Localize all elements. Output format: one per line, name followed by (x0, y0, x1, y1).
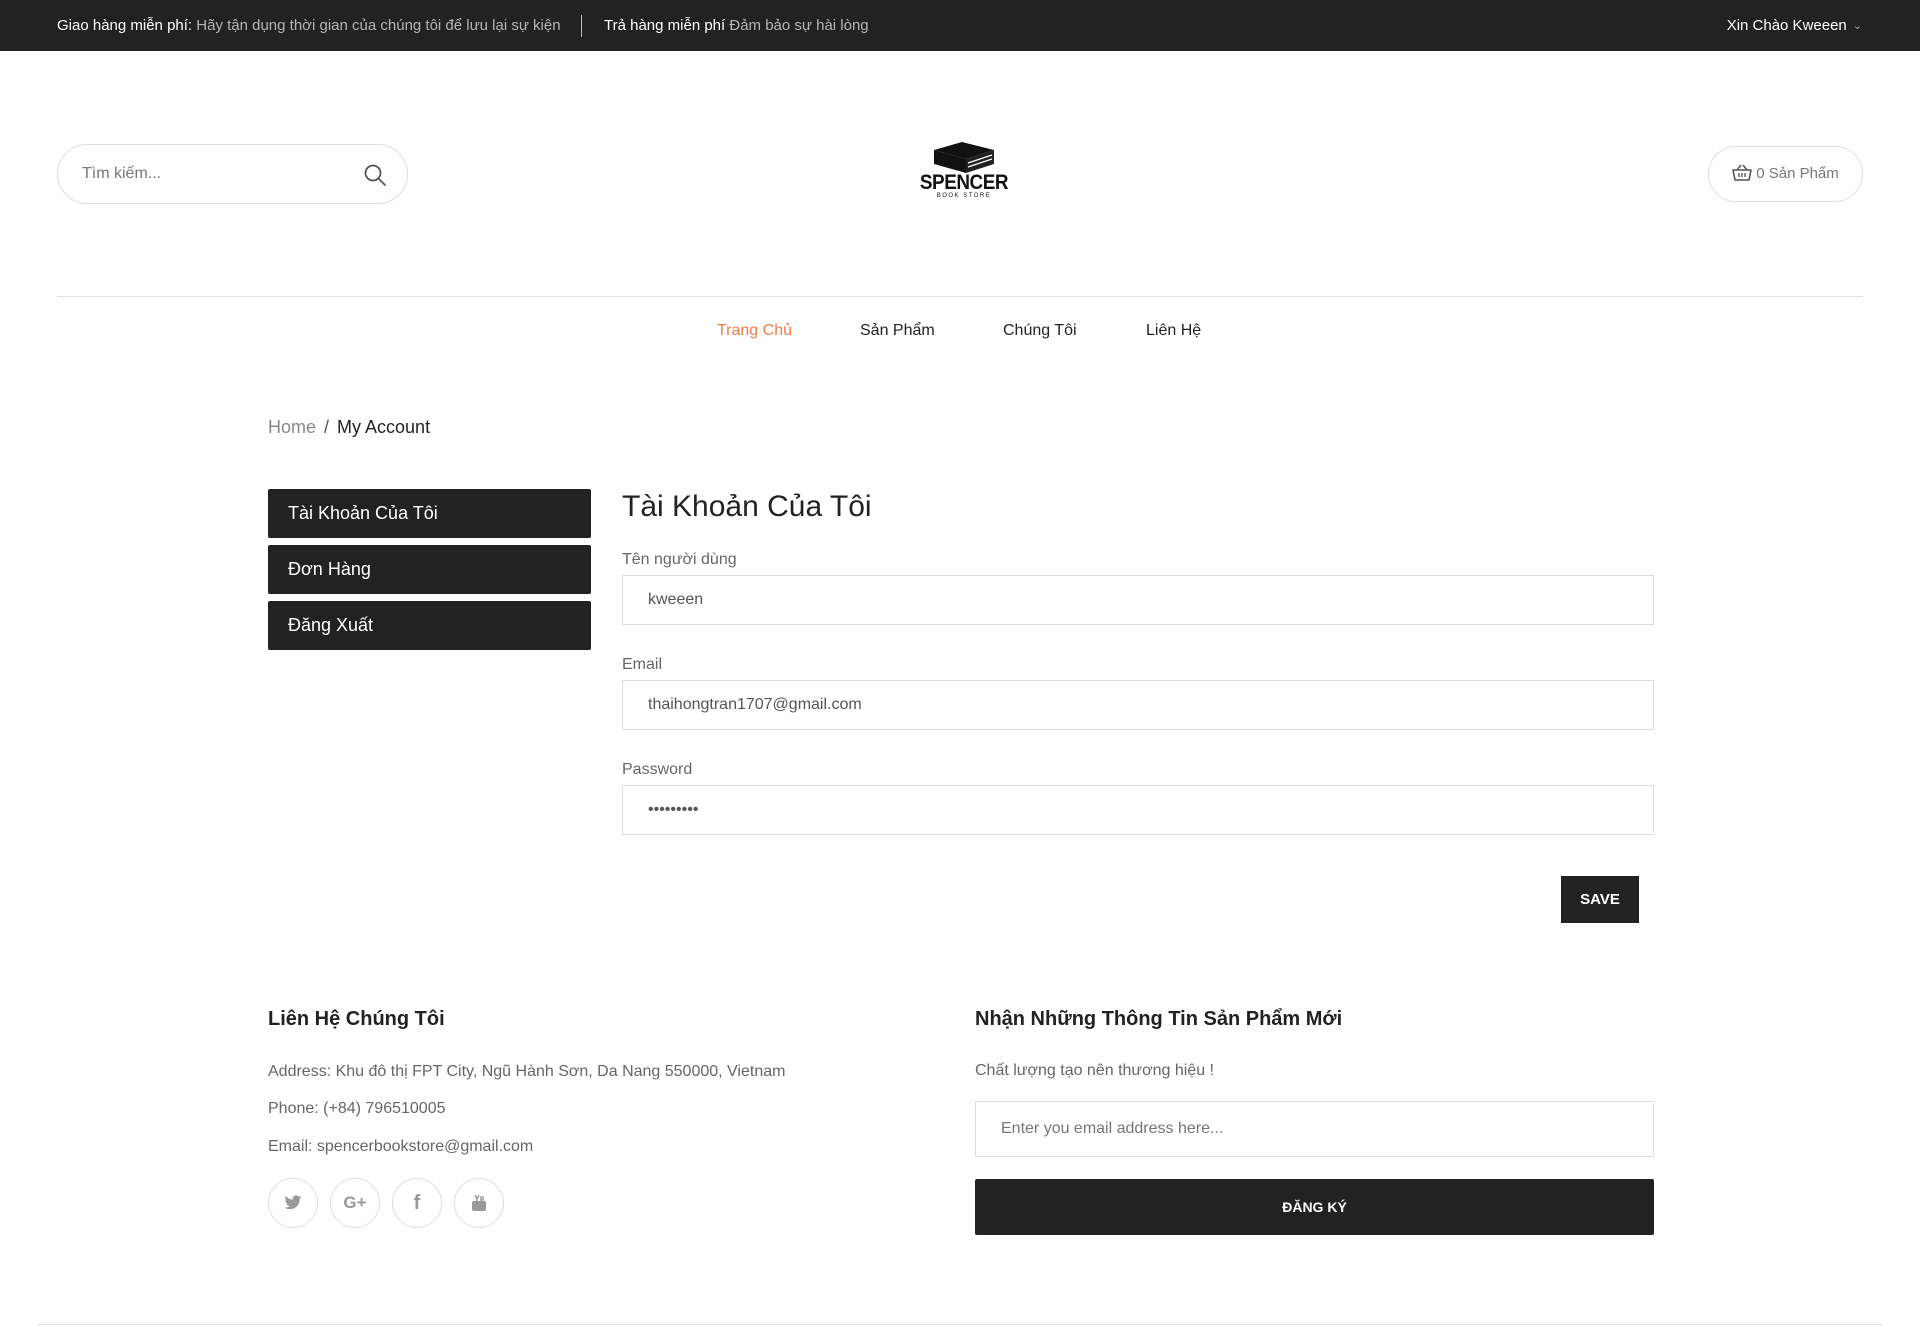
email-label: Email (622, 656, 663, 673)
sidebar-item-logout[interactable]: Đăng Xuất (268, 601, 591, 650)
free-returns-text: Đảm bảo sự hài lòng (729, 17, 869, 34)
store-logo[interactable]: SPENCER BOOK STORE (914, 140, 1014, 206)
breadcrumb-current: My Account (337, 417, 431, 437)
username-field-box (622, 575, 1654, 625)
book-logo-icon (934, 142, 994, 173)
free-returns-title: Trả hàng miễn phí (604, 17, 726, 34)
free-shipping-title: Giao hàng miễn phí: (57, 17, 193, 34)
search-icon[interactable] (363, 163, 387, 187)
password-label: Password (622, 761, 693, 778)
user-greeting-menu[interactable]: Xin Chào Kweeen ⌄ (1727, 0, 1862, 52)
header-divider (57, 296, 1863, 297)
cart-label: 0 Sản Phẩm (1756, 165, 1839, 182)
email-field-box (622, 680, 1654, 730)
contact-email: Email: spencerbookstore@gmail.com (268, 1138, 534, 1155)
free-shipping-text: Hãy tận dụng thời gian của chúng tôi để … (196, 17, 561, 34)
search-input[interactable] (82, 145, 352, 203)
user-greeting: Xin Chào Kweeen (1726, 17, 1847, 34)
cart-button[interactable]: 0 Sản Phẩm (1708, 146, 1863, 202)
newsletter-text: Chất lượng tạo nên thương hiệu ! (975, 1062, 1214, 1079)
email-field[interactable] (623, 681, 1653, 729)
breadcrumb-separator: / (324, 417, 330, 437)
save-button[interactable]: SAVE (1561, 876, 1639, 923)
contact-address: Address: Khu đô thị FPT City, Ngũ Hành S… (268, 1063, 786, 1080)
nav-item-home[interactable]: Trang Chủ (717, 322, 792, 340)
twitter-icon[interactable] (268, 1178, 318, 1228)
google-plus-icon[interactable]: G+ (330, 1178, 380, 1228)
sidebar-item-my-account[interactable]: Tài Khoản Của Tôi (268, 489, 591, 538)
password-field-box (622, 785, 1654, 835)
username-field[interactable] (623, 576, 1653, 624)
breadcrumb-home[interactable]: Home (268, 417, 316, 437)
youtube-icon[interactable] (454, 1178, 504, 1228)
free-returns-promo: Trả hàng miễn phí Đảm bảo sự hài lòng (604, 0, 869, 51)
subscribe-button[interactable]: ĐĂNG KÝ (975, 1179, 1654, 1235)
contact-title: Liên Hệ Chúng Tôi (268, 1008, 445, 1030)
nav-item-about[interactable]: Chúng Tôi (1003, 322, 1077, 340)
breadcrumb: Home / My Account (268, 417, 430, 438)
main-nav: Trang Chủ Sản Phẩm Chúng Tôi Liên Hệ (0, 322, 1920, 346)
page-title: Tài Khoản Của Tôi (622, 490, 872, 523)
chevron-down-icon: ⌄ (1852, 20, 1862, 32)
search-box (57, 144, 408, 204)
nav-item-contact[interactable]: Liên Hệ (1146, 322, 1201, 340)
newsletter-input-box (975, 1101, 1654, 1157)
contact-phone: Phone: (+84) 796510005 (268, 1100, 446, 1117)
top-bar: Giao hàng miễn phí: Hãy tận dụng thời gi… (0, 0, 1920, 51)
free-shipping-promo: Giao hàng miễn phí: Hãy tận dụng thời gi… (57, 0, 561, 51)
username-label: Tên người dùng (622, 551, 737, 568)
nav-item-products[interactable]: Sản Phẩm (860, 322, 935, 340)
basket-icon (1732, 164, 1753, 181)
facebook-icon[interactable]: f (392, 1178, 442, 1228)
newsletter-title: Nhận Những Thông Tin Sản Phẩm Mới (975, 1008, 1343, 1030)
sidebar-item-orders[interactable]: Đơn Hàng (268, 545, 591, 594)
logo-text: SPENCER (919, 171, 1009, 194)
promo-divider (581, 15, 582, 37)
footer-divider (38, 1324, 1882, 1325)
newsletter-email-input[interactable] (976, 1102, 1653, 1156)
password-field[interactable] (623, 786, 1653, 834)
